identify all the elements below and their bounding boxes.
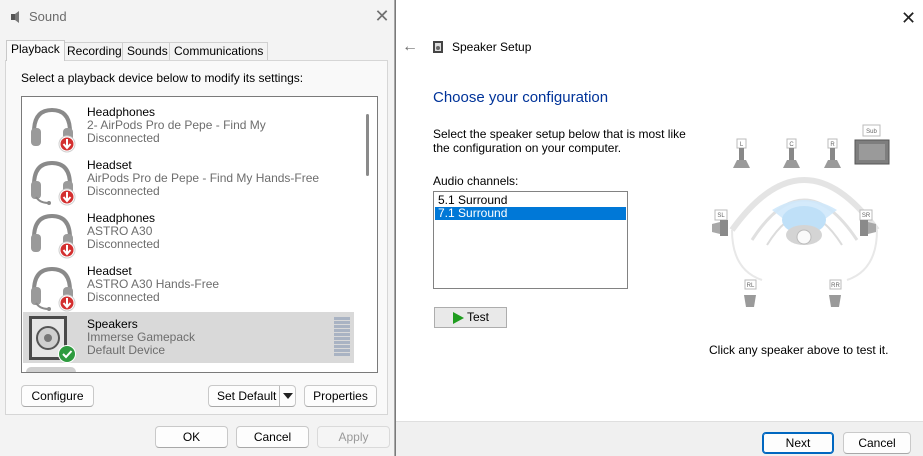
device-list[interactable]: Headphones 2- AirPods Pro de Pepe - Find…: [21, 96, 378, 373]
device-detail: AirPods Pro de Pepe - Find My Hands-Free: [87, 171, 320, 185]
tab-playback[interactable]: Playback: [6, 40, 65, 61]
device-status: Default Device: [87, 343, 166, 357]
next-button[interactable]: Next: [762, 432, 834, 454]
close-icon[interactable]: ✕: [373, 7, 391, 25]
back-arrow-icon[interactable]: ←: [402, 38, 418, 56]
device-name: Headset: [87, 158, 132, 172]
headphones-icon: [31, 107, 76, 153]
volume-meter: [334, 317, 350, 359]
headset-icon: [31, 160, 76, 206]
set-default-label: Set Default: [217, 389, 277, 403]
speaker-setup-icon: [433, 41, 443, 53]
cancel-button[interactable]: Cancel: [236, 426, 309, 448]
speaker-label-rl: RL: [747, 283, 755, 289]
chevron-down-icon[interactable]: [279, 386, 295, 406]
playback-panel: Select a playback device below to modify…: [5, 60, 388, 415]
properties-button[interactable]: Properties: [304, 385, 377, 407]
speaker-setup-wizard: ✕ ← Speaker Setup Choose your configurat…: [396, 0, 923, 456]
window-title: Sound: [29, 9, 67, 24]
tab-communications[interactable]: Communications: [169, 42, 269, 60]
device-status: Disconnected: [87, 131, 160, 145]
device-detail: Immerse Gamepack: [87, 330, 196, 344]
configure-button[interactable]: Configure: [21, 385, 94, 407]
device-item[interactable]: Headset AirPods Pro de Pepe - Find My Ha…: [23, 153, 354, 206]
list-item-partial: [26, 367, 76, 372]
speaker-label-sl: SL: [717, 213, 725, 219]
channel-option-7-1[interactable]: 7.1 Surround: [435, 207, 626, 220]
test-hint: Click any speaker above to test it.: [709, 343, 889, 357]
audio-channels-label: Audio channels:: [433, 174, 519, 188]
test-label: Test: [467, 310, 490, 324]
speaker-label-r: R: [830, 142, 835, 148]
test-button[interactable]: Test: [434, 307, 507, 328]
device-status: Disconnected: [87, 237, 160, 251]
disconnected-badge-icon: [60, 190, 74, 204]
disconnected-badge-icon: [60, 243, 74, 257]
tab-recording[interactable]: Recording: [62, 42, 127, 60]
device-name: Headphones: [87, 105, 156, 119]
speaker-layout-diagram: L C R Sub SL SR RL RR: [712, 124, 890, 307]
wizard-footer: Next Cancel: [396, 421, 923, 456]
speaker-app-icon: [11, 11, 19, 23]
close-icon[interactable]: ✕: [901, 9, 916, 27]
page-heading: Choose your configuration: [433, 89, 609, 106]
apply-button[interactable]: Apply: [317, 426, 390, 448]
playback-instruction: Select a playback device below to modify…: [21, 71, 304, 85]
device-status: Disconnected: [87, 290, 160, 304]
disconnected-badge-icon: [60, 296, 74, 310]
sound-titlebar: Sound ✕: [0, 0, 394, 34]
disconnected-badge-icon: [60, 137, 74, 151]
sound-dialog: Sound ✕ Playback Recording Sounds Commun…: [0, 0, 395, 456]
device-item-selected[interactable]: Speakers Immerse Gamepack Default Device: [23, 312, 354, 363]
speaker-label-sub: Sub: [866, 129, 877, 135]
device-name: Headset: [87, 264, 132, 278]
speaker-label-rr: RR: [831, 283, 840, 289]
set-default-button[interactable]: Set Default: [208, 385, 296, 407]
default-check-badge-icon: [59, 346, 75, 362]
audio-channels-list[interactable]: 5.1 Surround 7.1 Surround: [433, 191, 628, 289]
play-icon: [453, 312, 464, 324]
device-detail: 2- AirPods Pro de Pepe - Find My: [87, 118, 266, 132]
list-scrollbar[interactable]: [366, 114, 369, 176]
speaker-label-sr: SR: [862, 213, 871, 219]
device-detail: ASTRO A30 Hands-Free: [87, 277, 220, 291]
ok-button[interactable]: OK: [155, 426, 228, 448]
device-detail: ASTRO A30: [87, 224, 153, 238]
device-name: Headphones: [87, 211, 156, 225]
headphones-icon: [31, 213, 76, 259]
device-item[interactable]: Headphones 2- AirPods Pro de Pepe - Find…: [23, 100, 354, 153]
device-status: Disconnected: [87, 184, 160, 198]
speakers-icon: [29, 316, 76, 363]
wizard-title: Speaker Setup: [452, 40, 532, 54]
page-description: Select the speaker setup below that is m…: [433, 127, 686, 155]
tab-sounds[interactable]: Sounds: [122, 42, 173, 60]
device-item[interactable]: Headphones ASTRO A30 Disconnected: [23, 206, 354, 259]
device-name: Speakers: [87, 317, 138, 331]
speaker-label-c: C: [789, 142, 794, 148]
device-item[interactable]: Headset ASTRO A30 Hands-Free Disconnecte…: [23, 259, 354, 312]
headset-icon: [31, 266, 76, 312]
wizard-cancel-button[interactable]: Cancel: [843, 432, 911, 454]
